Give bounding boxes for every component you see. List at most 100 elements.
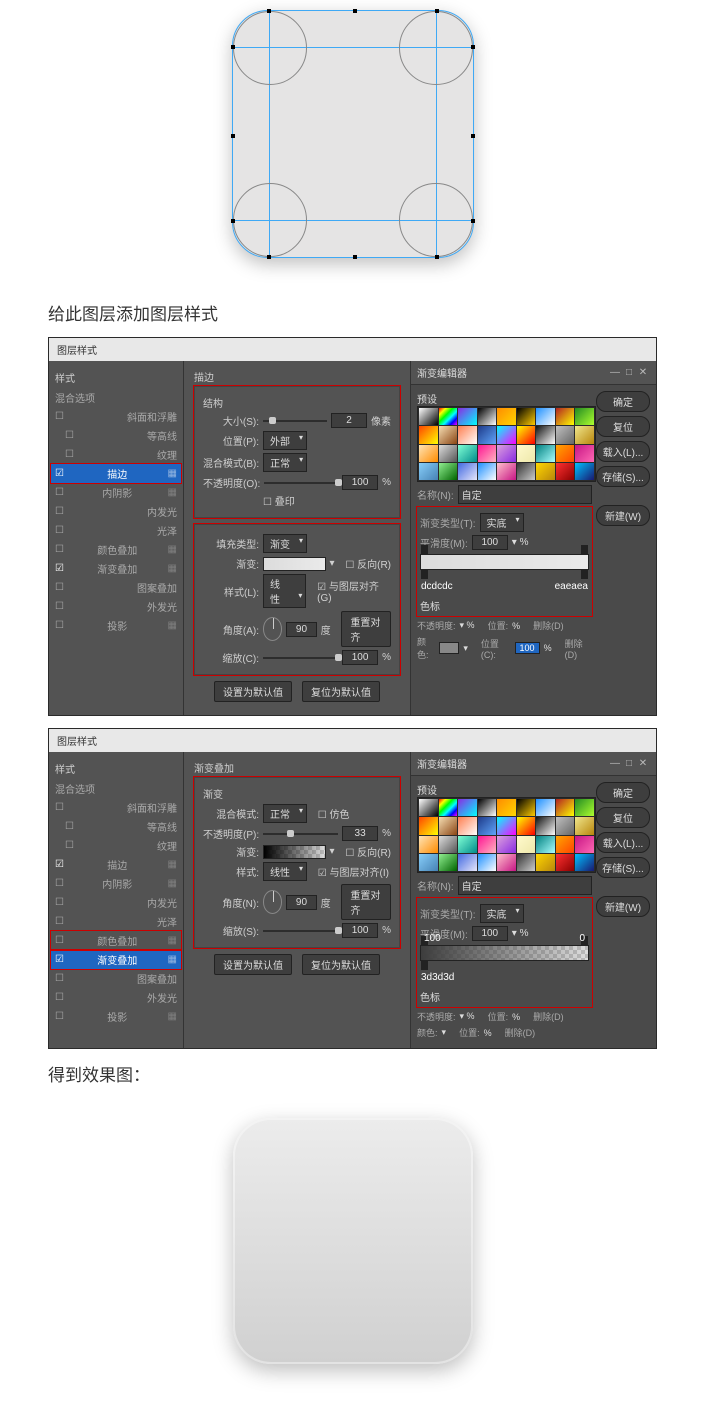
preset-swatch[interactable] [556, 799, 575, 816]
preset-swatch[interactable] [536, 836, 555, 853]
style-contour[interactable]: 等高线 [51, 426, 181, 445]
preset-swatch[interactable] [458, 445, 477, 462]
preset-swatch[interactable] [497, 854, 516, 871]
preset-swatch[interactable] [536, 817, 555, 834]
preset-swatch[interactable] [458, 799, 477, 816]
preset-swatch[interactable] [478, 854, 497, 871]
scale-input[interactable]: 100 [342, 923, 378, 938]
gradient-name-input[interactable]: 自定 [458, 485, 592, 504]
reset-align-button[interactable]: 重置对齐 [341, 884, 391, 920]
set-default-button[interactable]: 设置为默认值 [214, 681, 292, 702]
preset-swatch[interactable] [556, 836, 575, 853]
color-stop-right[interactable] [581, 569, 588, 579]
preset-swatch[interactable] [575, 408, 594, 425]
preset-swatch[interactable] [458, 463, 477, 480]
blend-select[interactable]: 正常 [263, 453, 307, 472]
preset-swatch[interactable] [478, 445, 497, 462]
preset-swatch[interactable] [458, 426, 477, 443]
preset-swatch[interactable] [419, 799, 438, 816]
maximize-icon[interactable]: □ [622, 367, 636, 378]
preset-swatch[interactable] [556, 445, 575, 462]
position-input[interactable]: 100 [515, 642, 540, 654]
preset-swatch[interactable] [478, 817, 497, 834]
style-outer-glow[interactable]: 外发光 [51, 597, 181, 616]
preset-swatch[interactable] [439, 445, 458, 462]
preset-swatch[interactable] [497, 799, 516, 816]
style-stroke[interactable]: 描边▦ [51, 855, 181, 874]
ok-button[interactable]: 确定 [596, 391, 650, 412]
size-input[interactable]: 2 [331, 413, 367, 428]
opacity-input[interactable]: 33 [342, 826, 378, 841]
style-satin[interactable]: 光泽 [51, 521, 181, 540]
save-button[interactable]: 存储(S)... [596, 466, 650, 487]
preset-swatch[interactable] [439, 836, 458, 853]
preset-grid[interactable] [417, 406, 596, 482]
preset-grid[interactable] [417, 797, 596, 873]
preset-swatch[interactable] [478, 408, 497, 425]
preset-swatch[interactable] [497, 445, 516, 462]
preset-swatch[interactable] [439, 854, 458, 871]
minimize-icon[interactable]: — [608, 367, 622, 378]
preset-swatch[interactable] [478, 799, 497, 816]
preset-swatch[interactable] [478, 426, 497, 443]
reset-button[interactable]: 复位 [596, 416, 650, 437]
preset-swatch[interactable] [439, 463, 458, 480]
preset-swatch[interactable] [575, 426, 594, 443]
preset-swatch[interactable] [458, 854, 477, 871]
gradient-bar[interactable]: dcdcdc eaeaea [420, 554, 589, 570]
preset-swatch[interactable] [556, 463, 575, 480]
preset-swatch[interactable] [536, 445, 555, 462]
preset-swatch[interactable] [536, 463, 555, 480]
gradient-type-select[interactable]: 实底 [480, 513, 524, 532]
reverse-checkbox[interactable]: 反向(R) [345, 844, 391, 859]
preset-swatch[interactable] [536, 408, 555, 425]
preset-swatch[interactable] [419, 426, 438, 443]
angle-dial[interactable] [263, 617, 282, 641]
preset-swatch[interactable] [536, 799, 555, 816]
preset-swatch[interactable] [556, 426, 575, 443]
preset-swatch[interactable] [478, 463, 497, 480]
preset-swatch[interactable] [419, 817, 438, 834]
style-drop-shadow[interactable]: 投影▦ [51, 616, 181, 635]
style-bevel[interactable]: 斜面和浮雕 [51, 407, 181, 426]
grad-style-select[interactable]: 线性 [263, 574, 306, 608]
preset-swatch[interactable] [517, 854, 536, 871]
preset-swatch[interactable] [517, 836, 536, 853]
position-select[interactable]: 外部 [263, 431, 307, 450]
gradient-bar[interactable]: 100 0 3d3d3d [420, 945, 589, 961]
align-layer-checkbox[interactable]: 与图层对齐(I) [318, 864, 389, 879]
overprint-checkbox[interactable]: 叠印 [263, 493, 295, 508]
dither-checkbox[interactable]: 仿色 [318, 806, 350, 821]
preset-swatch[interactable] [517, 426, 536, 443]
color-stop-left[interactable] [421, 960, 428, 970]
preset-swatch[interactable] [517, 799, 536, 816]
preset-swatch[interactable] [497, 408, 516, 425]
style-inner-shadow[interactable]: 内阴影▦ [51, 483, 181, 502]
style-color-overlay[interactable]: 颜色叠加▦ [51, 931, 181, 950]
style-stroke[interactable]: 描边▦ [51, 464, 181, 483]
blend-options[interactable]: 混合选项 [51, 388, 181, 407]
preset-swatch[interactable] [497, 463, 516, 480]
add-icon[interactable]: ▦ [168, 468, 177, 479]
preset-swatch[interactable] [439, 408, 458, 425]
align-layer-checkbox[interactable]: 与图层对齐(G) [317, 578, 391, 604]
close-icon[interactable]: ✕ [636, 367, 650, 378]
preset-swatch[interactable] [419, 408, 438, 425]
style-gradient-overlay[interactable]: 渐变叠加▦ [51, 559, 181, 578]
reverse-checkbox[interactable]: 反向(R) [345, 556, 391, 571]
smoothness-input[interactable]: 100 [472, 535, 508, 550]
style-gradient-overlay[interactable]: 渐变叠加▦ [51, 950, 181, 969]
fill-type-select[interactable]: 渐变 [263, 534, 307, 553]
size-slider[interactable] [263, 420, 327, 422]
color-stop-left[interactable] [421, 569, 428, 579]
preset-swatch[interactable] [517, 817, 536, 834]
opacity-slider[interactable] [264, 482, 338, 484]
style-color-overlay[interactable]: 颜色叠加▦ [51, 540, 181, 559]
preset-swatch[interactable] [575, 463, 594, 480]
preset-swatch[interactable] [517, 463, 536, 480]
preset-swatch[interactable] [419, 836, 438, 853]
opacity-input[interactable]: 100 [342, 475, 378, 490]
preset-swatch[interactable] [419, 463, 438, 480]
preset-swatch[interactable] [419, 445, 438, 462]
angle-input[interactable]: 90 [286, 622, 316, 637]
